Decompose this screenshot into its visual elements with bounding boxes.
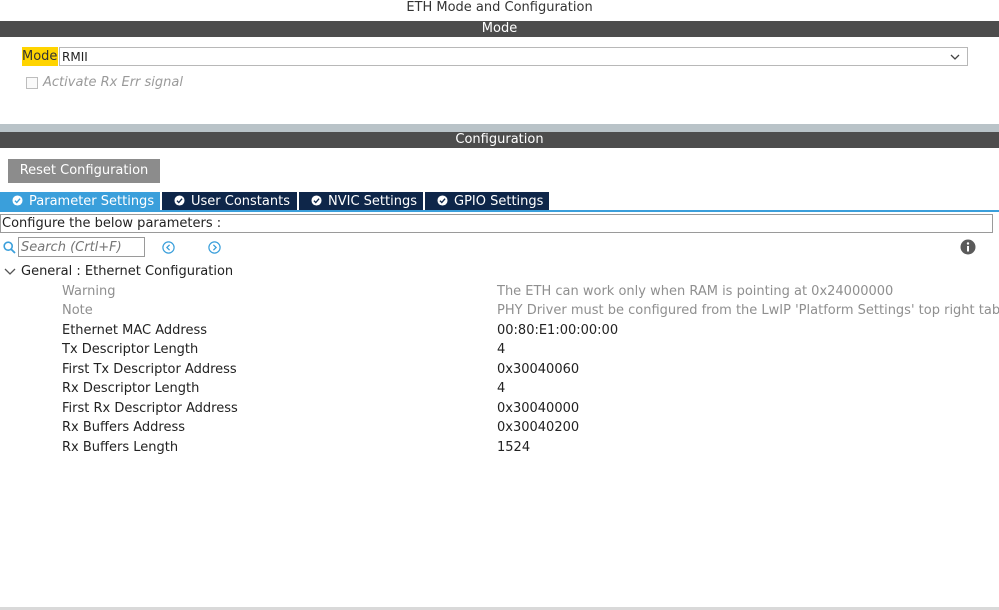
mode-dropdown[interactable]: RMII: [59, 47, 968, 66]
param-row-warning: Warning The ETH can work only when RAM i…: [0, 282, 999, 301]
tab-label: GPIO Settings: [454, 194, 544, 209]
param-value: The ETH can work only when RAM is pointi…: [497, 284, 894, 299]
param-value[interactable]: 4: [497, 340, 505, 359]
param-name: Rx Buffers Length: [62, 440, 179, 455]
tab-parameter-settings[interactable]: Parameter Settings: [0, 192, 160, 211]
tab-gpio-settings[interactable]: GPIO Settings: [425, 192, 549, 211]
mode-dropdown-value: RMII: [62, 50, 88, 64]
param-row-rx-buffers-address[interactable]: Rx Buffers Address 0x30040200: [0, 418, 999, 437]
tab-nvic-settings[interactable]: NVIC Settings: [299, 192, 423, 211]
next-result-icon[interactable]: [208, 241, 221, 254]
param-value[interactable]: 00:80:E1:00:00:00: [497, 321, 618, 340]
param-name: Ethernet MAC Address: [62, 323, 207, 338]
window-title: ETH Mode and Configuration: [406, 0, 593, 15]
chevron-down-icon: [4, 268, 16, 275]
param-name: First Rx Descriptor Address: [62, 401, 238, 416]
search-icon: [3, 241, 16, 254]
search-input[interactable]: [18, 237, 145, 257]
param-value[interactable]: 1524: [497, 438, 530, 457]
check-circle-icon: [174, 195, 185, 206]
configure-instructions: Configure the below parameters :: [0, 214, 993, 233]
rx-err-checkbox-label: Activate Rx Err signal: [43, 75, 183, 90]
param-name: Rx Descriptor Length: [62, 381, 200, 396]
param-row-tx-descriptor-length[interactable]: Tx Descriptor Length 4: [0, 340, 999, 359]
section-divider: [0, 124, 999, 132]
tab-user-constants[interactable]: User Constants: [162, 192, 297, 211]
reset-configuration-button[interactable]: Reset Configuration: [8, 159, 160, 183]
search-row: [3, 237, 993, 259]
param-value: PHY Driver must be configured from the L…: [497, 303, 999, 318]
check-circle-icon: [437, 195, 448, 206]
param-value[interactable]: 0x30040000: [497, 399, 579, 418]
param-row-rx-descriptor-length[interactable]: Rx Descriptor Length 4: [0, 379, 999, 398]
rx-err-checkbox[interactable]: [26, 77, 38, 89]
mode-label: Mode: [22, 47, 58, 66]
param-row-first-rx-descriptor-address[interactable]: First Rx Descriptor Address 0x30040000: [0, 399, 999, 418]
param-value[interactable]: 0x30040200: [497, 418, 579, 437]
param-name: Note: [62, 303, 93, 318]
param-row-rx-buffers-length[interactable]: Rx Buffers Length 1524: [0, 438, 999, 457]
previous-result-icon[interactable]: [162, 241, 175, 254]
param-row-first-tx-descriptor-address[interactable]: First Tx Descriptor Address 0x30040060: [0, 360, 999, 379]
check-circle-icon: [311, 195, 322, 206]
group-label: General : Ethernet Configuration: [21, 264, 234, 279]
tab-underline: [0, 210, 999, 212]
param-row-note: Note PHY Driver must be configured from …: [0, 301, 999, 320]
tab-label: User Constants: [191, 194, 290, 209]
tab-label: NVIC Settings: [328, 194, 417, 209]
param-name: Tx Descriptor Length: [62, 342, 199, 357]
chevron-down-icon: [950, 54, 960, 60]
param-name: First Tx Descriptor Address: [62, 362, 237, 377]
info-icon[interactable]: [960, 239, 976, 255]
param-value[interactable]: 4: [497, 379, 505, 398]
check-circle-icon: [12, 195, 23, 206]
mode-section-header: Mode: [0, 21, 999, 37]
param-name: Rx Buffers Address: [62, 420, 185, 435]
param-name: Warning: [62, 284, 116, 299]
configuration-section-header: Configuration: [0, 132, 999, 148]
tab-label: Parameter Settings: [29, 194, 155, 209]
param-value[interactable]: 0x30040060: [497, 360, 579, 379]
param-row-mac-address[interactable]: Ethernet MAC Address 00:80:E1:00:00:00: [0, 321, 999, 340]
